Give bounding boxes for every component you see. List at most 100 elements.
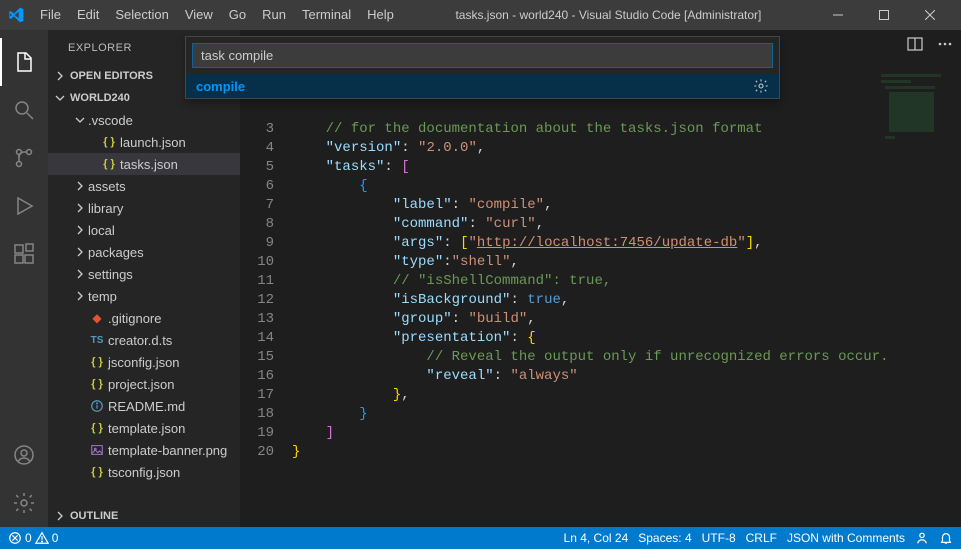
tree-item-label: assets — [88, 179, 126, 194]
source-control-icon[interactable] — [0, 134, 48, 182]
tree-item-label: project.json — [108, 377, 174, 392]
status-feedback-icon[interactable] — [915, 531, 929, 545]
status-encoding[interactable]: UTF-8 — [702, 531, 736, 545]
json-file-icon: { } — [88, 466, 106, 478]
tree-item-label: .vscode — [88, 113, 133, 128]
file-project-json[interactable]: { }project.json — [48, 373, 240, 395]
command-palette-input[interactable] — [192, 43, 773, 68]
chevron-right-icon — [72, 200, 88, 216]
file-jsconfig-json[interactable]: { }jsconfig.json — [48, 351, 240, 373]
json-file-icon: { } — [88, 378, 106, 390]
folder-settings[interactable]: settings — [48, 263, 240, 285]
info-file-icon — [88, 399, 106, 413]
json-file-icon: { } — [88, 356, 106, 368]
window-title: tasks.json - world240 - Visual Studio Co… — [402, 8, 815, 22]
folder-local[interactable]: local — [48, 219, 240, 241]
json-file-icon: { } — [88, 422, 106, 434]
tree-item-label: README.md — [108, 399, 185, 414]
folder-assets[interactable]: assets — [48, 175, 240, 197]
menu-terminal[interactable]: Terminal — [294, 0, 359, 30]
command-palette-item[interactable]: compile — [186, 74, 779, 98]
tree-item-label: temp — [88, 289, 117, 304]
activity-bar — [0, 30, 48, 527]
command-palette-item-label: compile — [196, 79, 245, 94]
file--gitignore[interactable]: ◆.gitignore — [48, 307, 240, 329]
file-template-json[interactable]: { }template.json — [48, 417, 240, 439]
tree-item-label: tsconfig.json — [108, 465, 180, 480]
folder--vscode[interactable]: .vscode — [48, 109, 240, 131]
tree-item-label: library — [88, 201, 123, 216]
accounts-icon[interactable] — [0, 431, 48, 479]
json-file-icon: { } — [100, 158, 118, 170]
tree-item-label: settings — [88, 267, 133, 282]
tree-item-label: tasks.json — [120, 157, 178, 172]
file-launch-json[interactable]: { }launch.json — [48, 131, 240, 153]
editor-body[interactable]: 34567891011121314151617181920 // for the… — [240, 30, 961, 527]
folder-library[interactable]: library — [48, 197, 240, 219]
status-cursor-position[interactable]: Ln 4, Col 24 — [564, 531, 629, 545]
code-content[interactable]: // for the documentation about the tasks… — [292, 120, 961, 527]
chevron-right-icon — [72, 178, 88, 194]
status-bar: 0 0 Ln 4, Col 24 Spaces: 4 UTF-8 CRLF JS… — [0, 527, 961, 549]
menu-selection[interactable]: Selection — [107, 0, 176, 30]
image-file-icon — [88, 443, 106, 457]
chevron-right-icon — [72, 222, 88, 238]
tree-item-label: launch.json — [120, 135, 186, 150]
editor-area: 34567891011121314151617181920 // for the… — [240, 30, 961, 527]
tree-item-label: jsconfig.json — [108, 355, 180, 370]
json-file-icon: { } — [100, 136, 118, 148]
menu-bar: FileEditSelectionViewGoRunTerminalHelp — [32, 0, 402, 30]
section-outline[interactable]: OUTLINE — [48, 505, 240, 527]
status-errors-count: 0 — [25, 531, 32, 545]
file-readme-md[interactable]: README.md — [48, 395, 240, 417]
chevron-right-icon — [72, 288, 88, 304]
menu-view[interactable]: View — [177, 0, 221, 30]
file-creator-d-ts[interactable]: TScreator.d.ts — [48, 329, 240, 351]
chevron-right-icon — [72, 266, 88, 282]
file-tree: .vscode{ }launch.json{ }tasks.jsonassets… — [48, 109, 240, 505]
status-warnings-count: 0 — [52, 531, 59, 545]
sidebar: EXPLORER OPEN EDITORS WORLD240 .vscode{ … — [48, 30, 240, 527]
status-language-mode[interactable]: JSON with Comments — [787, 531, 905, 545]
file-tasks-json[interactable]: { }tasks.json — [48, 153, 240, 175]
minimize-button[interactable] — [815, 0, 861, 30]
tree-item-label: template.json — [108, 421, 185, 436]
menu-file[interactable]: File — [32, 0, 69, 30]
menu-go[interactable]: Go — [221, 0, 254, 30]
file-template-banner-png[interactable]: template-banner.png — [48, 439, 240, 461]
line-gutter: 34567891011121314151617181920 — [240, 120, 292, 527]
tree-item-label: local — [88, 223, 115, 238]
chevron-down-icon — [72, 112, 88, 128]
explorer-icon[interactable] — [0, 38, 48, 86]
vscode-logo-icon — [8, 7, 24, 23]
status-eol[interactable]: CRLF — [746, 531, 777, 545]
file-tsconfig-json[interactable]: { }tsconfig.json — [48, 461, 240, 483]
ts-file-icon: TS — [88, 335, 106, 346]
title-bar: FileEditSelectionViewGoRunTerminalHelp t… — [0, 0, 961, 30]
minimap[interactable] — [877, 70, 957, 190]
section-open-editors-label: OPEN EDITORS — [70, 70, 153, 82]
command-palette: compile — [185, 36, 780, 99]
status-notifications-icon[interactable] — [939, 531, 953, 545]
chevron-right-icon — [72, 244, 88, 260]
git-file-icon: ◆ — [88, 311, 106, 325]
tree-item-label: template-banner.png — [108, 443, 227, 458]
settings-gear-icon[interactable] — [0, 479, 48, 527]
menu-edit[interactable]: Edit — [69, 0, 107, 30]
section-outline-label: OUTLINE — [70, 510, 118, 522]
menu-help[interactable]: Help — [359, 0, 402, 30]
folder-packages[interactable]: packages — [48, 241, 240, 263]
tree-item-label: .gitignore — [108, 311, 161, 326]
run-debug-icon[interactable] — [0, 182, 48, 230]
close-button[interactable] — [907, 0, 953, 30]
extensions-icon[interactable] — [0, 230, 48, 278]
folder-temp[interactable]: temp — [48, 285, 240, 307]
search-icon[interactable] — [0, 86, 48, 134]
status-indentation[interactable]: Spaces: 4 — [638, 531, 691, 545]
tree-item-label: creator.d.ts — [108, 333, 172, 348]
section-workspace-label: WORLD240 — [70, 92, 130, 104]
status-problems[interactable]: 0 0 — [8, 531, 58, 545]
configure-task-gear-icon[interactable] — [753, 78, 769, 94]
menu-run[interactable]: Run — [254, 0, 294, 30]
maximize-button[interactable] — [861, 0, 907, 30]
